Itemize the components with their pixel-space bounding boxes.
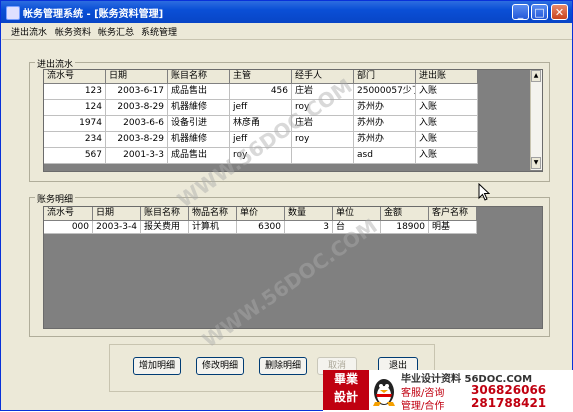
flow-cell[interactable]: 2003-8-29 (106, 132, 168, 148)
detail-cell[interactable]: 3 (285, 221, 333, 234)
detail-col-header[interactable]: 客户名称 (429, 207, 477, 221)
flow-col-header[interactable]: 进出账 (416, 70, 478, 84)
flow-cell[interactable]: 2003-8-29 (106, 100, 168, 116)
penguin-icon (373, 379, 395, 406)
menu-item-summary[interactable]: 帐务汇总 (98, 25, 134, 38)
promo-banner: 畢業 設計 毕业设计资料 56DOC.COM 客服/咨询 306826066 管… (323, 370, 573, 412)
detail-cell[interactable]: 18900 (381, 221, 429, 234)
maximize-icon: □ (534, 6, 545, 19)
flow-cell[interactable]: 2001-3-3 (106, 148, 168, 164)
detail-col-header[interactable]: 物品名称 (189, 207, 237, 221)
flow-cell[interactable]: 入账 (416, 84, 478, 100)
detail-col-header[interactable]: 账目名称 (141, 207, 189, 221)
flow-cell[interactable]: 入账 (416, 148, 478, 164)
detail-cell[interactable]: 计算机 (189, 221, 237, 234)
mouse-cursor-icon (478, 183, 490, 201)
promo-manage-label: 管理/合作 (401, 401, 445, 412)
app-icon (6, 6, 20, 20)
detail-cell[interactable]: 明基 (429, 221, 477, 234)
detail-col-header[interactable]: 金额 (381, 207, 429, 221)
minimize-button[interactable]: _ (512, 4, 529, 20)
edit-detail-button[interactable]: 修改明细 (196, 357, 244, 375)
flow-col-header[interactable]: 主管 (230, 70, 292, 84)
detail-cell[interactable]: 报关费用 (141, 221, 189, 234)
flow-cell[interactable]: 1974 (44, 116, 106, 132)
detail-group-label: 账务明细 (35, 192, 76, 205)
flow-cell[interactable]: 2003-6-17 (106, 84, 168, 100)
detail-col-header[interactable]: 流水号 (44, 207, 93, 221)
title-bar[interactable]: 帐务管理系统 - [账务资料管理] _ □ ✕ (1, 1, 572, 23)
close-button[interactable]: ✕ (551, 4, 568, 20)
flow-col-header[interactable]: 账目名称 (168, 70, 230, 84)
delete-detail-button[interactable]: 删除明细 (259, 357, 307, 375)
promo-logo-top: 畢業 (333, 372, 358, 386)
flow-cell[interactable]: roy (292, 132, 354, 148)
flow-col-header[interactable]: 部门 (354, 70, 416, 84)
detail-col-header[interactable]: 单价 (237, 207, 285, 221)
detail-col-header[interactable]: 日期 (93, 207, 141, 221)
main-window: 帐务管理系统 - [账务资料管理] _ □ ✕ 进出流水 帐务资料 帐务汇总 系… (0, 0, 573, 412)
minimize-icon: _ (517, 6, 524, 19)
flow-scrollbar[interactable]: ▲ ▼ (530, 70, 542, 170)
flow-cell[interactable]: jeff (230, 100, 292, 116)
window-title: 帐务管理系统 - [账务资料管理] (23, 9, 164, 20)
detail-cell[interactable]: 000 (44, 221, 93, 234)
promo-support-number: 306826066 (471, 383, 547, 397)
flow-cell[interactable]: 设备引进 (168, 116, 230, 132)
flow-cell[interactable]: 456 (230, 84, 292, 100)
flow-cell[interactable]: 234 (44, 132, 106, 148)
detail-col-header[interactable]: 数量 (285, 207, 333, 221)
promo-logo-bottom: 設計 (333, 390, 358, 404)
flow-cell[interactable]: 入账 (416, 132, 478, 148)
flow-cell[interactable]: asd (354, 148, 416, 164)
flow-cell[interactable]: 苏州办 (354, 100, 416, 116)
flow-cell[interactable]: 机器維修 (168, 100, 230, 116)
scroll-up-icon[interactable]: ▲ (531, 70, 541, 82)
promo-manage-number: 281788421 (471, 396, 547, 410)
maximize-button[interactable]: □ (531, 4, 548, 20)
flow-cell[interactable]: 苏州办 (354, 132, 416, 148)
flow-cell[interactable]: 成品售出 (168, 84, 230, 100)
flow-cell[interactable]: 入账 (416, 100, 478, 116)
flow-cell[interactable]: 机器維修 (168, 132, 230, 148)
menu-item-system[interactable]: 系统管理 (141, 25, 177, 38)
flow-cell[interactable]: 25000057少了2k (354, 84, 416, 100)
add-detail-button[interactable]: 增加明细 (133, 357, 181, 375)
flow-col-header[interactable]: 日期 (106, 70, 168, 84)
flow-cell[interactable]: 入账 (416, 116, 478, 132)
menu-bar: 进出流水 帐务资料 帐务汇总 系统管理 (2, 23, 572, 40)
detail-col-header[interactable]: 单位 (333, 207, 381, 221)
detail-cell[interactable]: 6300 (237, 221, 285, 234)
flow-col-header[interactable]: 流水号 (44, 70, 106, 84)
promo-logo: 畢業 設計 (323, 370, 369, 410)
menu-item-records[interactable]: 帐务资料 (55, 25, 91, 38)
flow-cell[interactable] (292, 148, 354, 164)
flow-cell[interactable]: 124 (44, 100, 106, 116)
flow-cell[interactable]: 苏州办 (354, 116, 416, 132)
detail-cell[interactable]: 2003-3-4 (93, 221, 141, 234)
close-icon: ✕ (554, 6, 565, 19)
flow-cell[interactable]: 567 (44, 148, 106, 164)
menu-item-flow[interactable]: 进出流水 (11, 25, 47, 38)
flow-cell[interactable]: 2003-6-6 (106, 116, 168, 132)
flow-cell[interactable]: 123 (44, 84, 106, 100)
scroll-down-icon[interactable]: ▼ (531, 157, 541, 169)
